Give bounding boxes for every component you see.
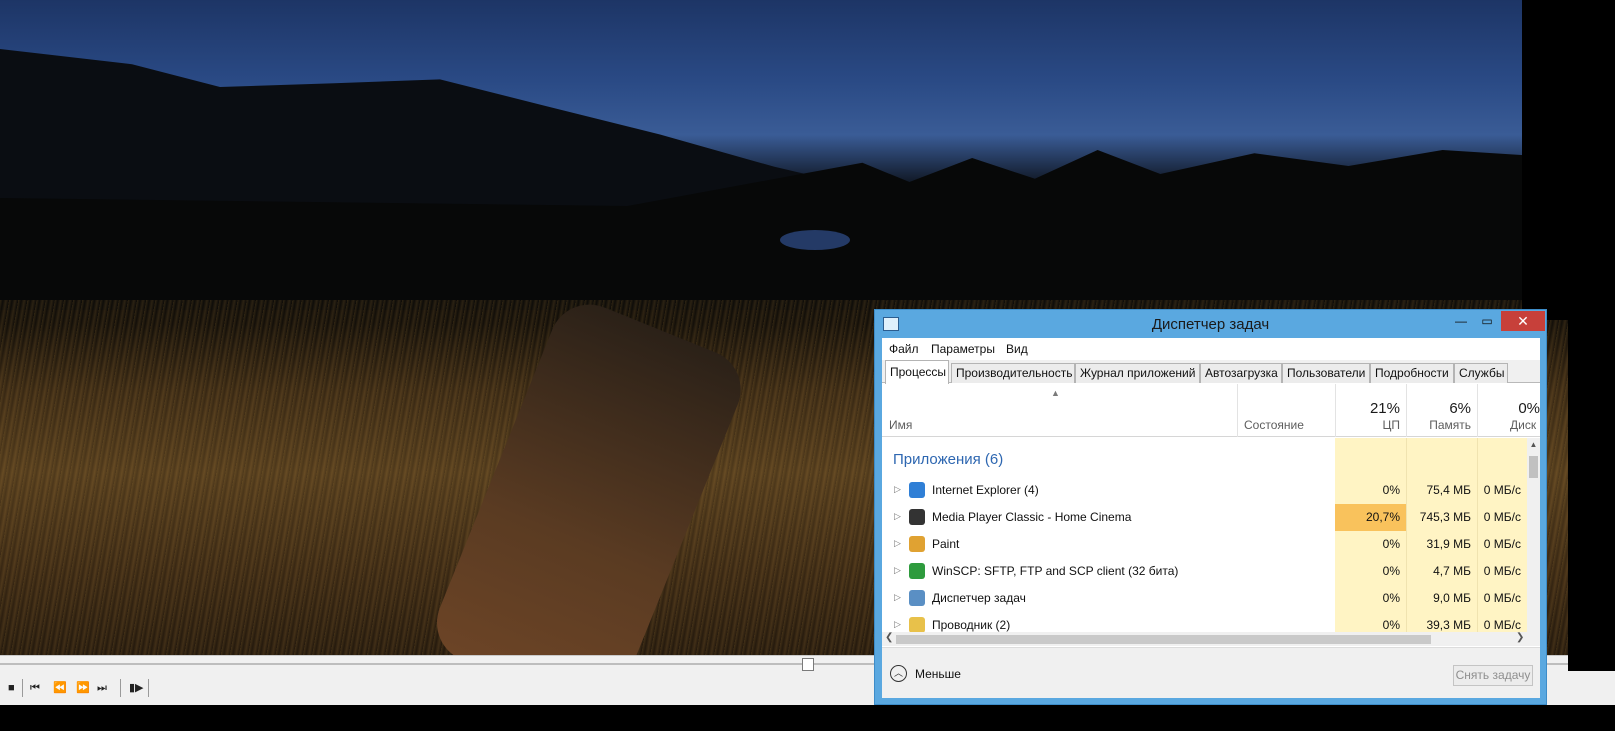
stop-button[interactable]: ■ [8, 680, 15, 696]
window-client: Файл Параметры Вид Процессы Производител… [882, 338, 1540, 698]
process-row[interactable]: ▷ Paint 0% 31,9 МБ 0 МБ/с [882, 531, 1527, 558]
process-name: Paint [932, 537, 960, 551]
mpc-icon [909, 509, 925, 525]
expand-chevron-icon[interactable]: ▷ [894, 592, 901, 603]
memory-total: 6% [1449, 400, 1471, 417]
expand-chevron-icon[interactable]: ▷ [894, 619, 901, 630]
process-memory: 9,0 МБ [1433, 591, 1471, 605]
fewer-details-icon[interactable]: ︿ [890, 665, 907, 682]
process-cpu: 0% [1382, 537, 1400, 551]
process-disk: 0 МБ/с [1483, 564, 1521, 578]
cpu-total: 21% [1369, 400, 1400, 417]
window-title: Диспетчер задач [1151, 316, 1270, 333]
column-header: ▲ Имя Состояние 21% ЦП 6% Память 0% Диск [882, 384, 1540, 437]
process-row[interactable]: ▷ Диспетчер задач 0% 9,0 МБ 0 МБ/с [882, 585, 1527, 612]
process-disk: 0 МБ/с [1483, 591, 1521, 605]
process-list: Приложения (6) ▷ Internet Explorer (4) 0% 7… [882, 438, 1527, 632]
toolbar-separator [22, 679, 23, 697]
process-disk: 0 МБ/с [1483, 537, 1521, 551]
tab-startup[interactable]: Автозагрузка [1200, 363, 1282, 383]
close-button[interactable]: ✕ [1501, 311, 1545, 331]
scroll-left-icon[interactable]: ❮ [885, 632, 893, 643]
expand-chevron-icon[interactable]: ▷ [894, 484, 901, 495]
process-cpu: 0% [1382, 591, 1400, 605]
process-memory: 4,7 МБ [1433, 564, 1471, 578]
process-row[interactable]: ▷ Media Player Classic - Home Cinema 20,7%… [882, 504, 1527, 531]
footer-bar: ︿ Меньше Снять задачу [882, 647, 1540, 698]
process-name: Диспетчер задач [932, 591, 1026, 605]
toolbar-separator [120, 679, 121, 697]
process-disk: 0 МБ/с [1483, 618, 1521, 632]
rewind-button[interactable]: ⏪ [53, 680, 67, 696]
process-memory: 75,4 МБ [1426, 483, 1471, 497]
seek-thumb[interactable] [802, 658, 814, 671]
process-name: Проводник (2) [932, 618, 1011, 632]
scroll-up-icon[interactable]: ▲ [1527, 440, 1540, 449]
tab-strip: Процессы Производительность Журнал прило… [882, 360, 1540, 384]
process-cpu: 20,7% [1335, 504, 1406, 531]
winscp-icon [909, 563, 925, 579]
tab-services[interactable]: Службы [1454, 363, 1508, 383]
prev-button[interactable]: ⏮ [30, 680, 40, 696]
expand-chevron-icon[interactable]: ▷ [894, 538, 901, 549]
process-row[interactable]: ▷ WinSCP: SFTP, FTP and SCP client (32 би… [882, 558, 1527, 585]
horizontal-scroll-thumb[interactable] [896, 635, 1431, 644]
expand-chevron-icon[interactable]: ▷ [894, 565, 901, 576]
vertical-scroll-thumb[interactable] [1529, 456, 1538, 478]
menu-options[interactable]: Параметры [931, 342, 995, 356]
forward-button[interactable]: ⏩ [76, 680, 90, 696]
next-button[interactable]: ⏭ [97, 680, 107, 696]
col-memory[interactable]: Память [1406, 418, 1471, 432]
process-disk: 0 МБ/с [1483, 483, 1521, 497]
end-task-button[interactable]: Снять задачу [1453, 665, 1533, 686]
title-bar[interactable]: Диспетчер задач — ▭ ✕ [875, 310, 1546, 338]
menu-view[interactable]: Вид [1006, 342, 1028, 356]
process-name: Internet Explorer (4) [932, 483, 1039, 497]
disk-total: 0% [1518, 400, 1540, 417]
ie-icon [909, 482, 925, 498]
horizontal-scrollbar[interactable]: ❮ ❯ [882, 632, 1540, 646]
process-cpu: 0% [1382, 483, 1400, 497]
group-apps: Приложения (6) [893, 451, 1004, 468]
scroll-right-icon[interactable]: ❯ [1516, 632, 1524, 643]
col-disk[interactable]: Диск [1510, 418, 1536, 432]
process-row[interactable]: ▷ Проводник (2) 0% 39,3 МБ 0 МБ/с [882, 612, 1527, 632]
menu-bar: Файл Параметры Вид [882, 338, 1540, 360]
minimize-button[interactable]: — [1447, 311, 1475, 331]
sort-up-icon: ▲ [1051, 388, 1060, 398]
tab-details[interactable]: Подробности [1370, 363, 1454, 383]
toolbar-separator [148, 679, 149, 697]
process-name: WinSCP: SFTP, FTP and SCP client (32 бит… [932, 564, 1179, 578]
process-memory: 31,9 МБ [1426, 537, 1471, 551]
tab-performance[interactable]: Производительность [951, 363, 1075, 383]
taskmgr-icon [909, 590, 925, 606]
tab-app-history[interactable]: Журнал приложений [1075, 363, 1200, 383]
process-memory: 745,3 МБ [1419, 510, 1471, 524]
process-disk: 0 МБ/с [1483, 510, 1521, 524]
tab-users[interactable]: Пользователи [1282, 363, 1370, 383]
col-name[interactable]: Имя [889, 418, 912, 432]
lake [780, 230, 850, 250]
menu-file[interactable]: Файл [889, 342, 919, 356]
col-divider [1237, 384, 1238, 437]
explorer-icon [909, 617, 925, 632]
process-row[interactable]: ▷ Internet Explorer (4) 0% 75,4 МБ 0 МБ/с [882, 477, 1527, 504]
vertical-scrollbar[interactable]: ▲ [1527, 438, 1540, 632]
task-manager-window: Диспетчер задач — ▭ ✕ Файл Параметры Вид… [874, 309, 1547, 705]
process-name: Media Player Classic - Home Cinema [932, 510, 1132, 524]
frame-step-button[interactable]: ▮▶ [129, 680, 144, 696]
expand-chevron-icon[interactable]: ▷ [894, 511, 901, 522]
fewer-details-button[interactable]: Меньше [915, 667, 961, 681]
tab-processes[interactable]: Процессы [885, 360, 949, 384]
process-cpu: 0% [1382, 618, 1400, 632]
process-cpu: 0% [1382, 564, 1400, 578]
process-memory: 39,3 МБ [1426, 618, 1471, 632]
col-status[interactable]: Состояние [1244, 418, 1304, 432]
maximize-button[interactable]: ▭ [1473, 311, 1501, 331]
col-cpu[interactable]: ЦП [1335, 418, 1400, 432]
paint-icon [909, 536, 925, 552]
video-edge [1522, 0, 1568, 320]
player-status-strip [0, 705, 1615, 731]
